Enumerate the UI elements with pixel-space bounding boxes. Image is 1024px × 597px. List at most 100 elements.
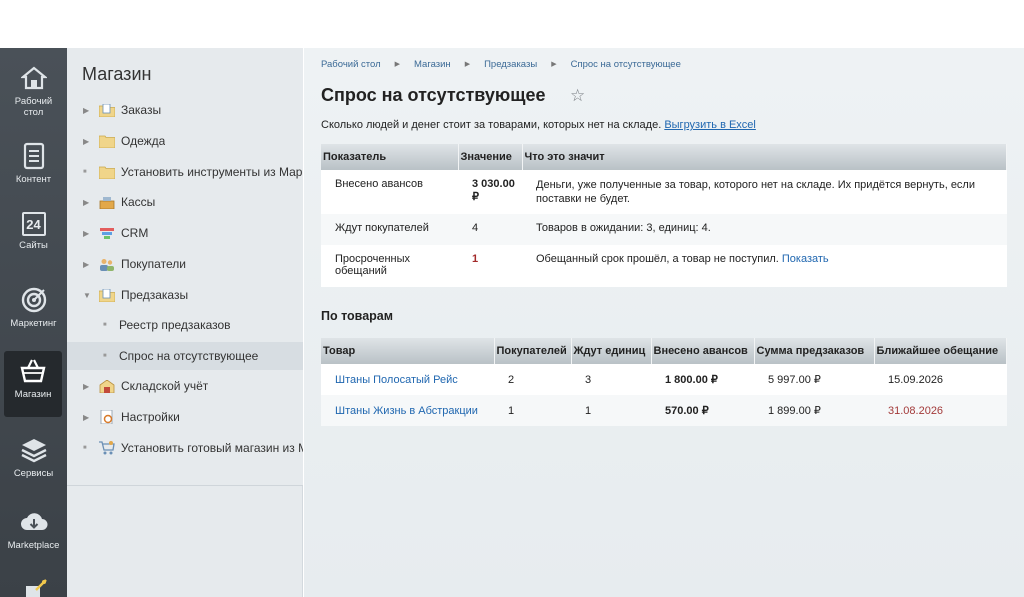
column-header[interactable]: Ближайшее обещание [874,338,1007,364]
tree-item-preorder-registry[interactable]: ■ Реестр предзаказов [67,311,303,339]
tree-item-crm[interactable]: ▶ CRM [67,219,303,247]
nav-item-sites[interactable]: 24 Сайты [0,206,67,272]
expand-arrow-icon[interactable]: ▶ [83,137,93,146]
bullet-icon: ■ [103,322,107,328]
nav-item-shop[interactable]: Магазин [4,351,62,417]
nav-item-label: Сайты [19,240,48,251]
folder-icon [99,134,115,148]
meaning-cell: Обещанный срок прошёл, а товар не поступ… [522,245,1007,287]
tree-item-install-shop[interactable]: ■ Установить готовый магазин из Marketpl… [67,434,303,462]
page-title: Спрос на отсутствующее [321,85,546,105]
nav-item-desktop[interactable]: Рабочий стол [0,58,67,124]
column-header[interactable]: Ждут единиц [571,338,652,364]
calendar-day: 24 [26,216,41,232]
folder-icon [98,165,115,179]
tree-item-label: Заказы [121,103,162,117]
expand-arrow-icon[interactable]: ▶ [83,106,93,115]
export-excel-link[interactable]: Выгрузить в Excel [664,119,756,131]
expand-arrow-icon[interactable]: ▶ [83,260,93,269]
tree-item-marketplace-tools[interactable]: ■ Установить инструменты из Маркетплейс [67,158,303,186]
product-name-link[interactable]: Штаны Жизнь в Абстракции [321,395,494,426]
tree-item-preorders[interactable]: ▼ Предзаказы [67,281,303,309]
breadcrumb-item[interactable]: Рабочий стол [321,59,381,71]
expand-arrow-icon[interactable]: ▶ [83,382,93,391]
folder-doc-icon [99,288,115,302]
tree-item-label: Складской учёт [121,379,209,393]
product-name-link[interactable]: Штаны Полосатый Рейс [321,364,494,395]
column-header[interactable]: Значение [458,144,523,170]
side-panel-title: Магазин [82,64,152,84]
expand-arrow-icon[interactable]: ▶ [83,198,93,207]
tree-item-label: Установить готовый магазин из Marketplac… [120,441,303,455]
breadcrumb-item[interactable]: Магазин [414,59,451,71]
description-text: Сколько людей и денег стоит за товарами,… [321,119,662,131]
breadcrumb-item[interactable]: Предзаказы [484,59,537,71]
nav-item-marketplace[interactable]: Marketplace [0,502,67,568]
tree-item-warehouse[interactable]: ▶ Складской учёт [67,372,303,400]
table-row: Ждут покупателей 4 Товаров в ожидании: 3… [321,214,1007,245]
sum-cell: 5 997.00 ₽ [768,374,821,386]
tree-item-clothes[interactable]: ▶ Одежда [67,127,303,155]
cloud-download-icon [20,508,48,536]
column-header[interactable]: Внесено авансов [651,338,755,364]
settings-doc-icon [99,410,115,424]
column-header[interactable]: Показатель [321,144,459,170]
column-header[interactable]: Что это значит [522,144,1007,170]
column-header[interactable]: Товар [321,338,495,364]
value-cell: 4 [472,222,479,234]
breadcrumb-item[interactable]: Спрос на отсутствующее [571,59,681,71]
meaning-cell: Деньги, уже полученные за товар, которог… [536,179,975,205]
layers-icon [20,436,48,464]
nav-item-label: Сервисы [13,468,54,479]
tree-item-label: Предзаказы [121,288,189,302]
basket-icon [19,357,47,385]
cart-icon [98,441,115,455]
nav-item-label: Рабочий стол [14,96,53,118]
top-bar [0,0,1024,48]
column-header[interactable]: Сумма предзаказов [754,338,875,364]
tree-item-orders[interactable]: ▶ Заказы [67,96,303,124]
tree-item-label: Кассы [121,195,156,209]
metric-cell: Ждут покупателей [335,222,429,234]
show-overdue-link[interactable]: Показать [782,253,829,265]
warehouse-icon [99,379,115,393]
target-icon [20,286,48,314]
nav-item-services[interactable]: Сервисы [0,430,67,496]
funnel-icon [99,226,115,240]
value-cell: 3 030.00 ₽ [472,178,515,203]
section-title: По товарам [321,309,393,323]
tree-item-customers[interactable]: ▶ Покупатели [67,250,303,278]
favorite-star-icon[interactable]: ☆ [570,86,585,106]
column-header[interactable]: Покупателей [494,338,572,364]
table-row: Внесено авансов 3 030.00 ₽ Деньги, уже п… [321,170,1007,214]
tree-item-label: Реестр предзаказов [119,318,231,332]
users-icon [99,257,115,271]
expand-arrow-icon[interactable]: ▶ [83,229,93,238]
sum-cell: 1 899.00 ₽ [768,405,821,417]
nav-item-label: Marketplace [7,540,60,551]
buyers-cell: 2 [508,373,515,386]
home-icon [20,64,48,92]
value-cell: 1 [472,253,479,265]
magic-wand-icon[interactable] [22,578,48,597]
nav-item-marketing[interactable]: Маркетинг [0,280,67,346]
meaning-cell: Товаров в ожидании: 3, единиц: 4. [536,222,711,234]
nav-item-label: Контент [15,174,52,185]
products-table: Товар Покупателей Ждут единиц Внесено ав… [321,338,1007,426]
tree-item-label: Спрос на отсутствующее [119,349,259,363]
metric-cell: Просроченных обещаний [335,253,411,277]
bullet-icon: ■ [103,353,107,359]
side-panel: Магазин ▶ Заказы ▶ Одежда ■ Установить и… [67,48,303,597]
tree-item-cash-registers[interactable]: ▶ Кассы [67,188,303,216]
nav-item-content[interactable]: Контент [0,136,67,202]
tree-item-missing-demand[interactable]: ■ Спрос на отсутствующее [67,342,303,370]
collapse-arrow-icon[interactable]: ▼ [83,291,93,300]
meaning-text: Обещанный срок прошёл, а товар не поступ… [536,253,779,265]
tree-item-settings[interactable]: ▶ Настройки [67,403,303,431]
tree-item-label: CRM [121,226,149,240]
sites-24-icon: 24 [21,212,46,236]
bullet-icon: ■ [83,445,87,451]
chevron-right-icon: ▶ [464,61,471,68]
expand-arrow-icon[interactable]: ▶ [83,413,93,422]
promise-date-cell: 15.09.2026 [888,373,944,386]
